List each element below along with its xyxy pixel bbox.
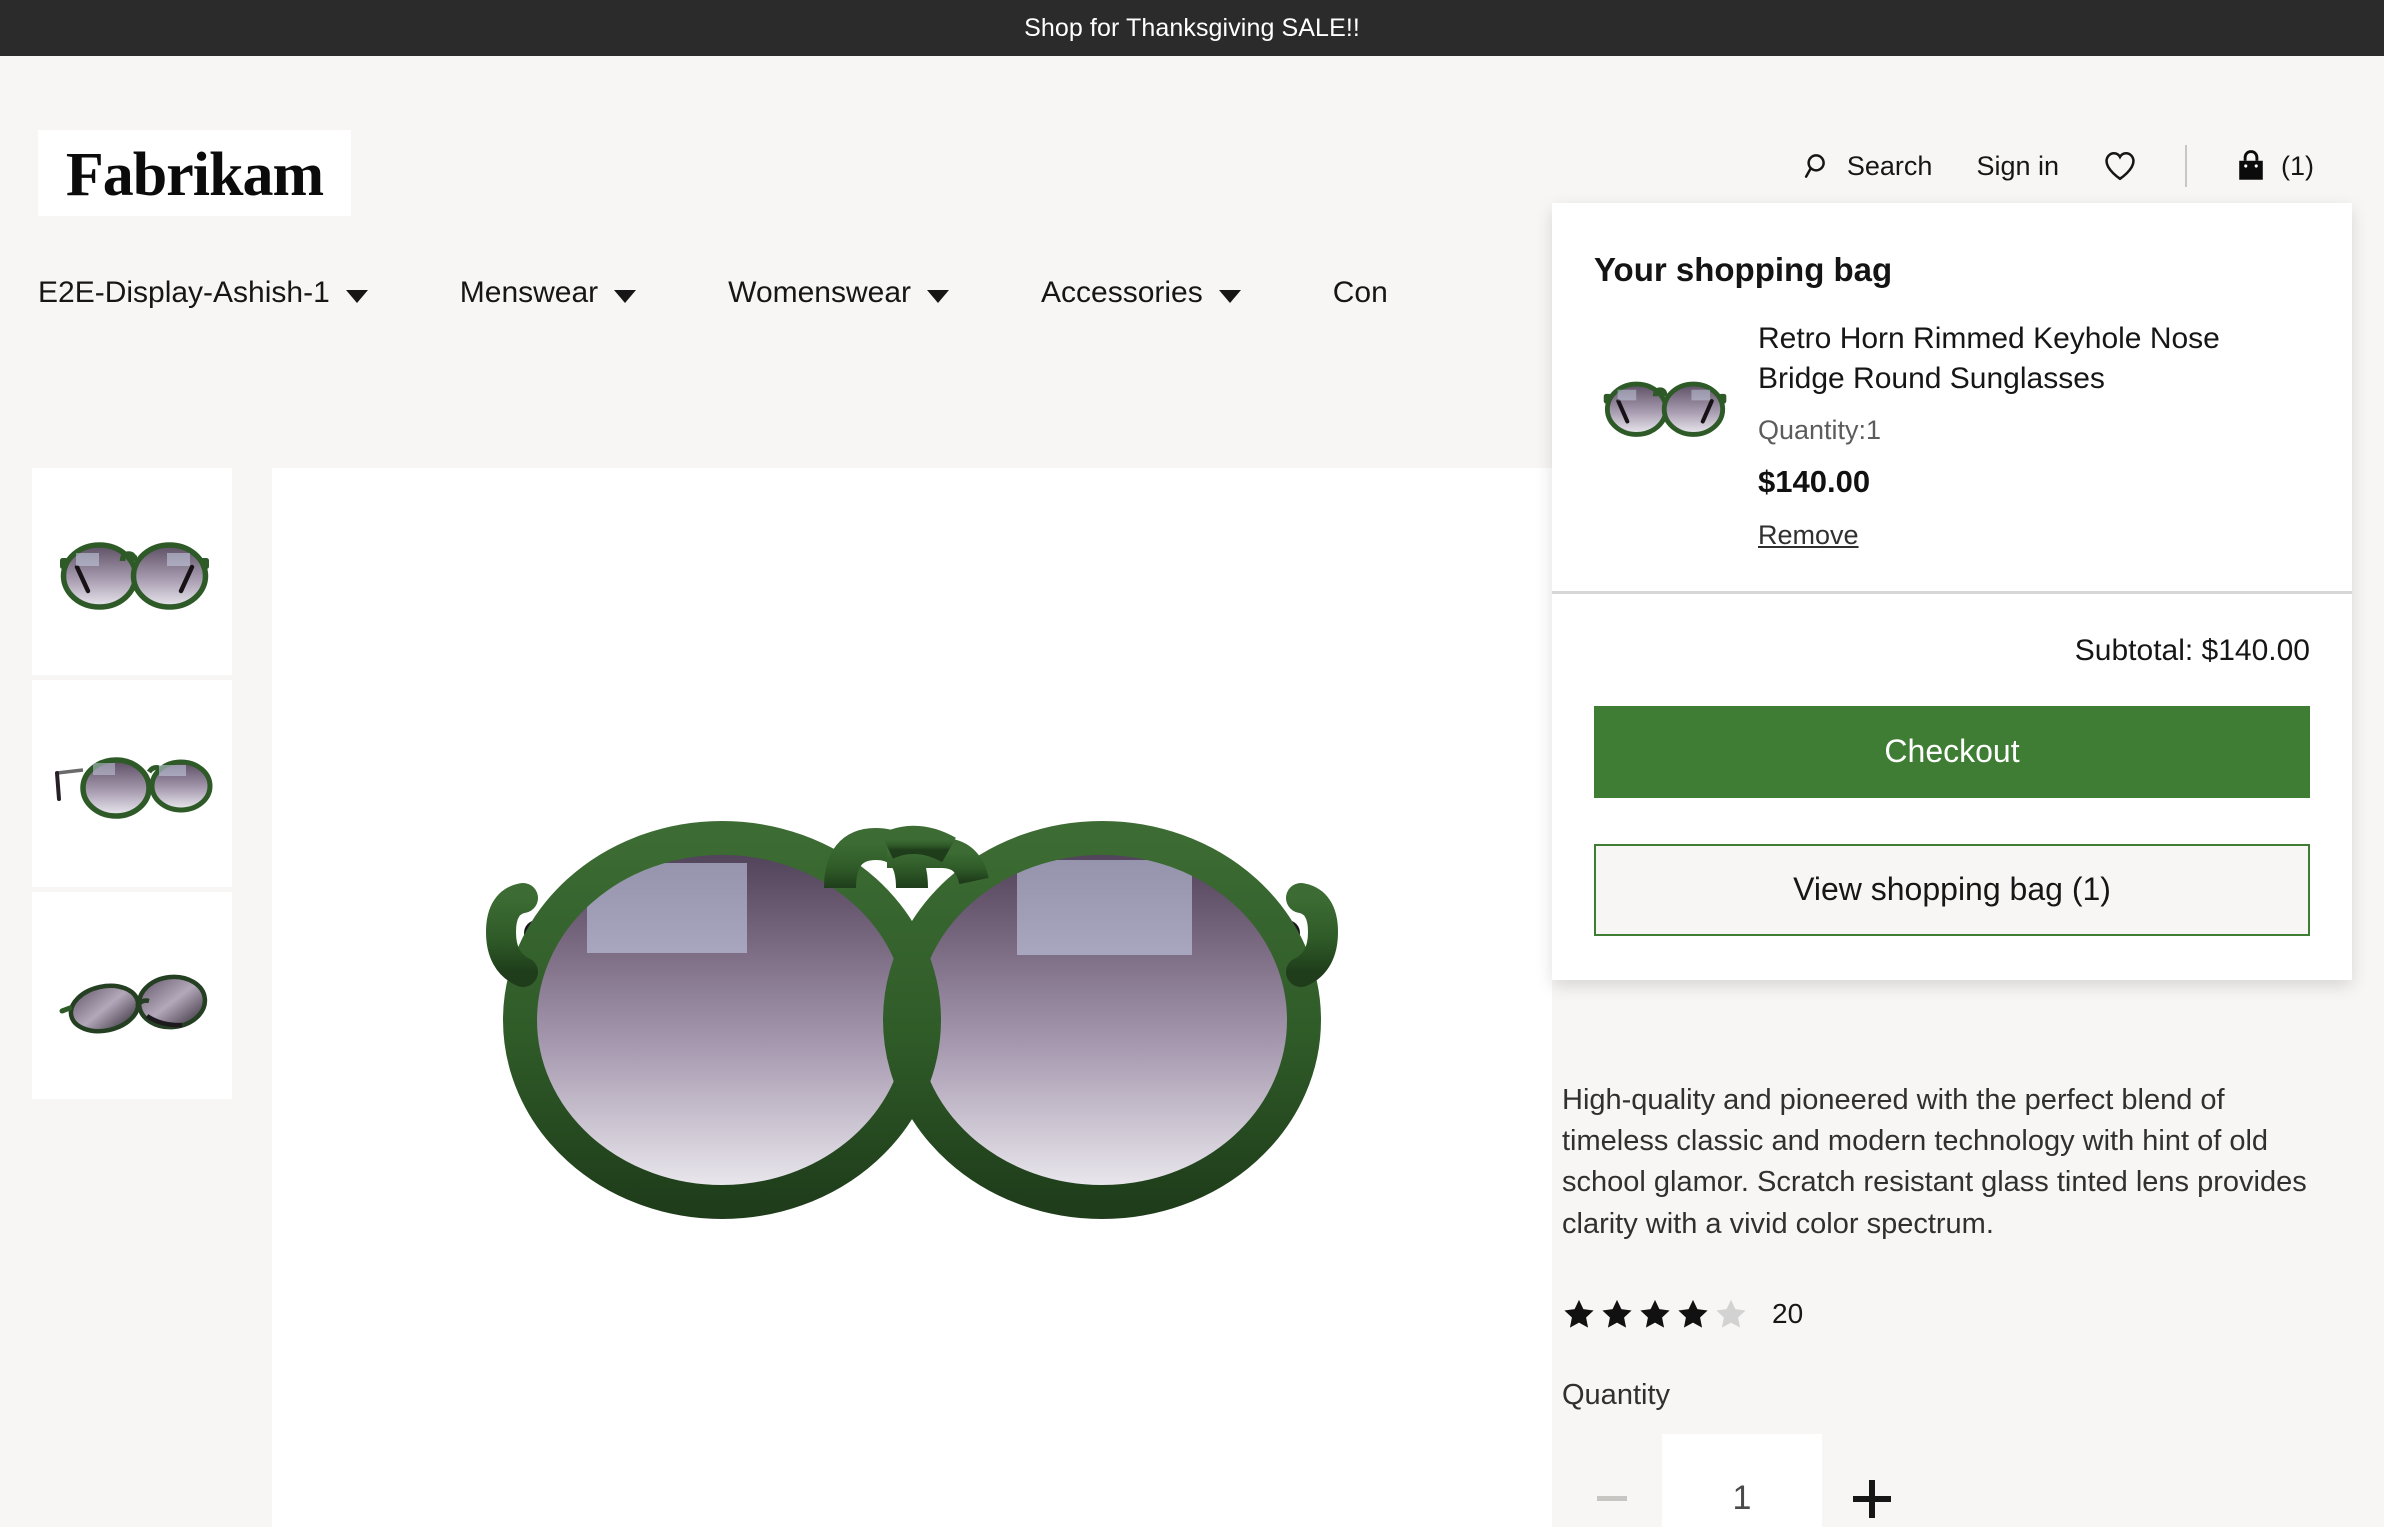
brand-logo[interactable]: Fabrikam <box>38 130 351 220</box>
quantity-input[interactable] <box>1662 1434 1822 1527</box>
rating-count: 20 <box>1772 1298 1803 1330</box>
sunglasses-front-view-icon <box>47 522 217 622</box>
product-description: High-quality and pioneered with the perf… <box>1562 1080 2332 1245</box>
quantity-decrease-button[interactable] <box>1562 1449 1662 1527</box>
page-root: Shop for Thanksgiving SALE!! Fabrikam Se… <box>0 0 2384 1527</box>
promo-banner: Shop for Thanksgiving SALE!! <box>0 0 2384 56</box>
nav-item-e2e-display-ashish-1[interactable]: E2E-Display-Ashish-1 <box>38 276 368 310</box>
shopping-bag-line-item: Retro Horn Rimmed Keyhole Nose Bridge Ro… <box>1594 315 2310 551</box>
search-button[interactable]: Search <box>1781 136 1955 196</box>
shopping-bag-footer: Subtotal: $140.00 Checkout View shopping… <box>1552 594 2352 980</box>
quantity-increase-button[interactable] <box>1822 1449 1922 1527</box>
nav-item-womenswear[interactable]: Womenswear <box>728 276 949 310</box>
star-filled-icon <box>1638 1297 1672 1331</box>
sign-in-link[interactable]: Sign in <box>1954 136 2081 196</box>
header-divider <box>2185 145 2187 187</box>
star-filled-icon <box>1562 1297 1596 1331</box>
plus-icon <box>1853 1480 1891 1518</box>
shopping-bag-button[interactable]: (1) <box>2213 136 2336 196</box>
product-info: High-quality and pioneered with the perf… <box>1562 1080 2352 1527</box>
bag-item-thumbnail[interactable] <box>1594 337 1732 475</box>
product-thumbnail-strip <box>32 468 232 1099</box>
star-filled-icon <box>1676 1297 1710 1331</box>
shopping-bag-line-items: Retro Horn Rimmed Keyhole Nose Bridge Ro… <box>1552 289 2352 591</box>
product-thumbnail-angled[interactable] <box>32 680 232 887</box>
bag-item-price: $140.00 <box>1758 464 2310 500</box>
nav-item-label: E2E-Display-Ashish-1 <box>38 276 330 310</box>
product-thumbnail-front[interactable] <box>32 468 232 675</box>
shopping-bag-subtotal: Subtotal: $140.00 <box>1594 634 2310 668</box>
bag-item-quantity: Quantity:1 <box>1758 415 2310 446</box>
product-rating[interactable]: 20 <box>1562 1297 2352 1331</box>
quantity-label: Quantity <box>1562 1379 2352 1412</box>
sunglasses-folded-view-icon <box>47 946 217 1046</box>
nav-item-menswear[interactable]: Menswear <box>460 276 636 310</box>
chevron-down-icon <box>346 290 368 303</box>
quantity-stepper <box>1562 1434 2352 1527</box>
minus-icon <box>1597 1496 1627 1501</box>
bag-item-remove-link[interactable]: Remove <box>1758 520 1859 551</box>
promo-banner-text: Shop for Thanksgiving SALE!! <box>1024 14 1360 43</box>
nav-item-label: Menswear <box>460 276 598 310</box>
nav-item-contact[interactable]: Con <box>1333 276 1388 310</box>
product-thumbnail-folded[interactable] <box>32 892 232 1099</box>
nav-item-label: Womenswear <box>728 276 911 310</box>
nav-item-label: Con <box>1333 276 1388 310</box>
wishlist-button[interactable] <box>2081 136 2159 196</box>
heart-icon <box>2103 150 2137 182</box>
search-label: Search <box>1847 151 1933 182</box>
bag-item-name: Retro Horn Rimmed Keyhole Nose Bridge Ro… <box>1758 319 2278 399</box>
chevron-down-icon <box>614 290 636 303</box>
header-utilities: Search Sign in <box>1781 136 2336 196</box>
brand-logo-text: Fabrikam <box>66 144 323 206</box>
product-hero-image[interactable] <box>272 468 1552 1527</box>
checkout-button[interactable]: Checkout <box>1594 706 2310 798</box>
shopping-bag-flyout: Your shopping bag <box>1552 203 2352 980</box>
nav-list: E2E-Display-Ashish-1 Menswear Womenswear… <box>38 276 1480 310</box>
star-filled-icon <box>1600 1297 1634 1331</box>
shopping-bag-icon <box>2235 149 2267 183</box>
sunglasses-front-view-large-icon <box>387 648 1437 1348</box>
bag-item-details: Retro Horn Rimmed Keyhole Nose Bridge Ro… <box>1758 315 2310 551</box>
site-header: Fabrikam Search Sign in <box>0 56 2384 216</box>
rating-stars <box>1562 1297 1748 1331</box>
nav-item-accessories[interactable]: Accessories <box>1041 276 1241 310</box>
sunglasses-front-view-icon <box>1594 365 1732 447</box>
sunglasses-angled-view-icon <box>47 734 217 834</box>
search-icon <box>1803 151 1833 181</box>
chevron-down-icon <box>1219 290 1241 303</box>
shopping-bag-count: (1) <box>2281 151 2314 182</box>
view-shopping-bag-button[interactable]: View shopping bag (1) <box>1594 844 2310 936</box>
nav-item-label: Accessories <box>1041 276 1203 310</box>
star-empty-icon <box>1714 1297 1748 1331</box>
chevron-down-icon <box>927 290 949 303</box>
sign-in-label: Sign in <box>1976 151 2059 182</box>
shopping-bag-title: Your shopping bag <box>1552 203 2352 289</box>
